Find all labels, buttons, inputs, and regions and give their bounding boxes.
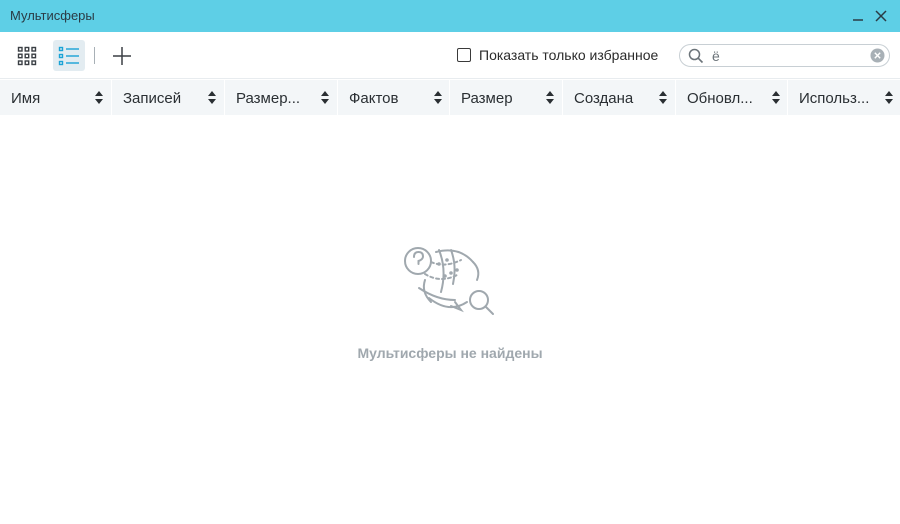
close-button[interactable]: [869, 4, 893, 28]
add-button[interactable]: [106, 40, 138, 71]
column-label: Размер...: [236, 90, 301, 107]
title-bar: Мультисферы: [0, 0, 900, 32]
clear-search-icon[interactable]: [870, 48, 885, 63]
column-label: Создана: [574, 90, 634, 107]
column-header-updated[interactable]: Обновл...: [676, 80, 788, 115]
search-icon: [688, 48, 704, 64]
column-header-size[interactable]: Размер: [450, 80, 563, 115]
toolbar: Показать только избранное: [0, 32, 900, 79]
column-label: Использ...: [799, 90, 870, 107]
column-header-name[interactable]: Имя: [0, 80, 112, 115]
column-header-used[interactable]: Использ...: [788, 80, 900, 115]
column-header-records-size[interactable]: Размер...: [225, 80, 338, 115]
sort-icon: [95, 91, 103, 104]
empty-state-message: Мультисферы не найдены: [357, 345, 543, 361]
globe-not-found-icon: [404, 247, 494, 315]
minimize-button[interactable]: [846, 4, 870, 28]
sort-icon: [885, 91, 893, 104]
favorites-only-label[interactable]: Показать только избранное: [479, 47, 658, 63]
sort-icon: [208, 91, 216, 104]
grid-icon: [17, 46, 37, 65]
window-title: Мультисферы: [10, 8, 95, 23]
grid-view-button[interactable]: [11, 40, 43, 71]
sort-icon: [546, 91, 554, 104]
favorites-only-checkbox[interactable]: [457, 48, 471, 62]
column-label: Размер: [461, 90, 513, 107]
column-label: Обновл...: [687, 90, 753, 107]
sort-icon: [321, 91, 329, 104]
sort-icon: [772, 91, 780, 104]
sort-icon: [434, 91, 442, 104]
close-icon: [875, 10, 887, 22]
column-label: Фактов: [349, 90, 399, 107]
toolbar-separator: [94, 47, 95, 64]
plus-icon: [113, 46, 131, 65]
search-input[interactable]: [712, 47, 862, 64]
list-view-button[interactable]: [53, 40, 85, 71]
column-label: Имя: [11, 90, 41, 107]
column-label: Записей: [123, 90, 182, 107]
table-header: Имя Записей Размер... Фактов Размер Созд…: [0, 80, 900, 115]
minimize-icon: [853, 19, 863, 21]
search-box[interactable]: [679, 44, 890, 67]
sort-icon: [659, 91, 667, 104]
column-header-created[interactable]: Создана: [563, 80, 676, 115]
column-header-records[interactable]: Записей: [112, 80, 225, 115]
column-header-facts[interactable]: Фактов: [338, 80, 450, 115]
list-icon: [58, 46, 79, 65]
